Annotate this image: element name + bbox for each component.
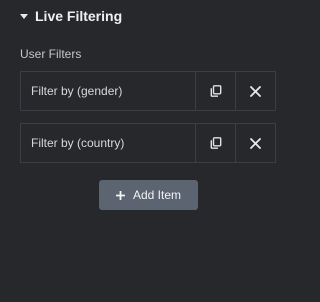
- add-item-label: Add Item: [132, 188, 182, 202]
- remove-item-button[interactable]: [235, 72, 275, 110]
- plus-icon: [115, 190, 125, 200]
- duplicate-icon: [210, 137, 221, 149]
- repeater-item: Filter by (country): [20, 123, 276, 163]
- repeater-item-title[interactable]: Filter by (country): [21, 124, 195, 162]
- remove-item-button[interactable]: [235, 124, 275, 162]
- close-icon: [250, 85, 261, 97]
- duplicate-item-button[interactable]: [195, 124, 235, 162]
- live-filtering-section-toggle[interactable]: Live Filtering: [20, 7, 122, 25]
- repeater-item: Filter by (gender): [20, 71, 276, 111]
- duplicate-icon: [210, 85, 221, 97]
- section-title: Live Filtering: [35, 8, 123, 24]
- duplicate-item-button[interactable]: [195, 72, 235, 110]
- user-filters-label: User Filters: [20, 47, 82, 61]
- caret-down-icon: [20, 14, 28, 19]
- repeater-item-title[interactable]: Filter by (gender): [21, 72, 195, 110]
- add-item-button[interactable]: Add Item: [99, 180, 198, 210]
- add-item-wrapper: Add Item: [99, 180, 198, 210]
- close-icon: [250, 137, 261, 149]
